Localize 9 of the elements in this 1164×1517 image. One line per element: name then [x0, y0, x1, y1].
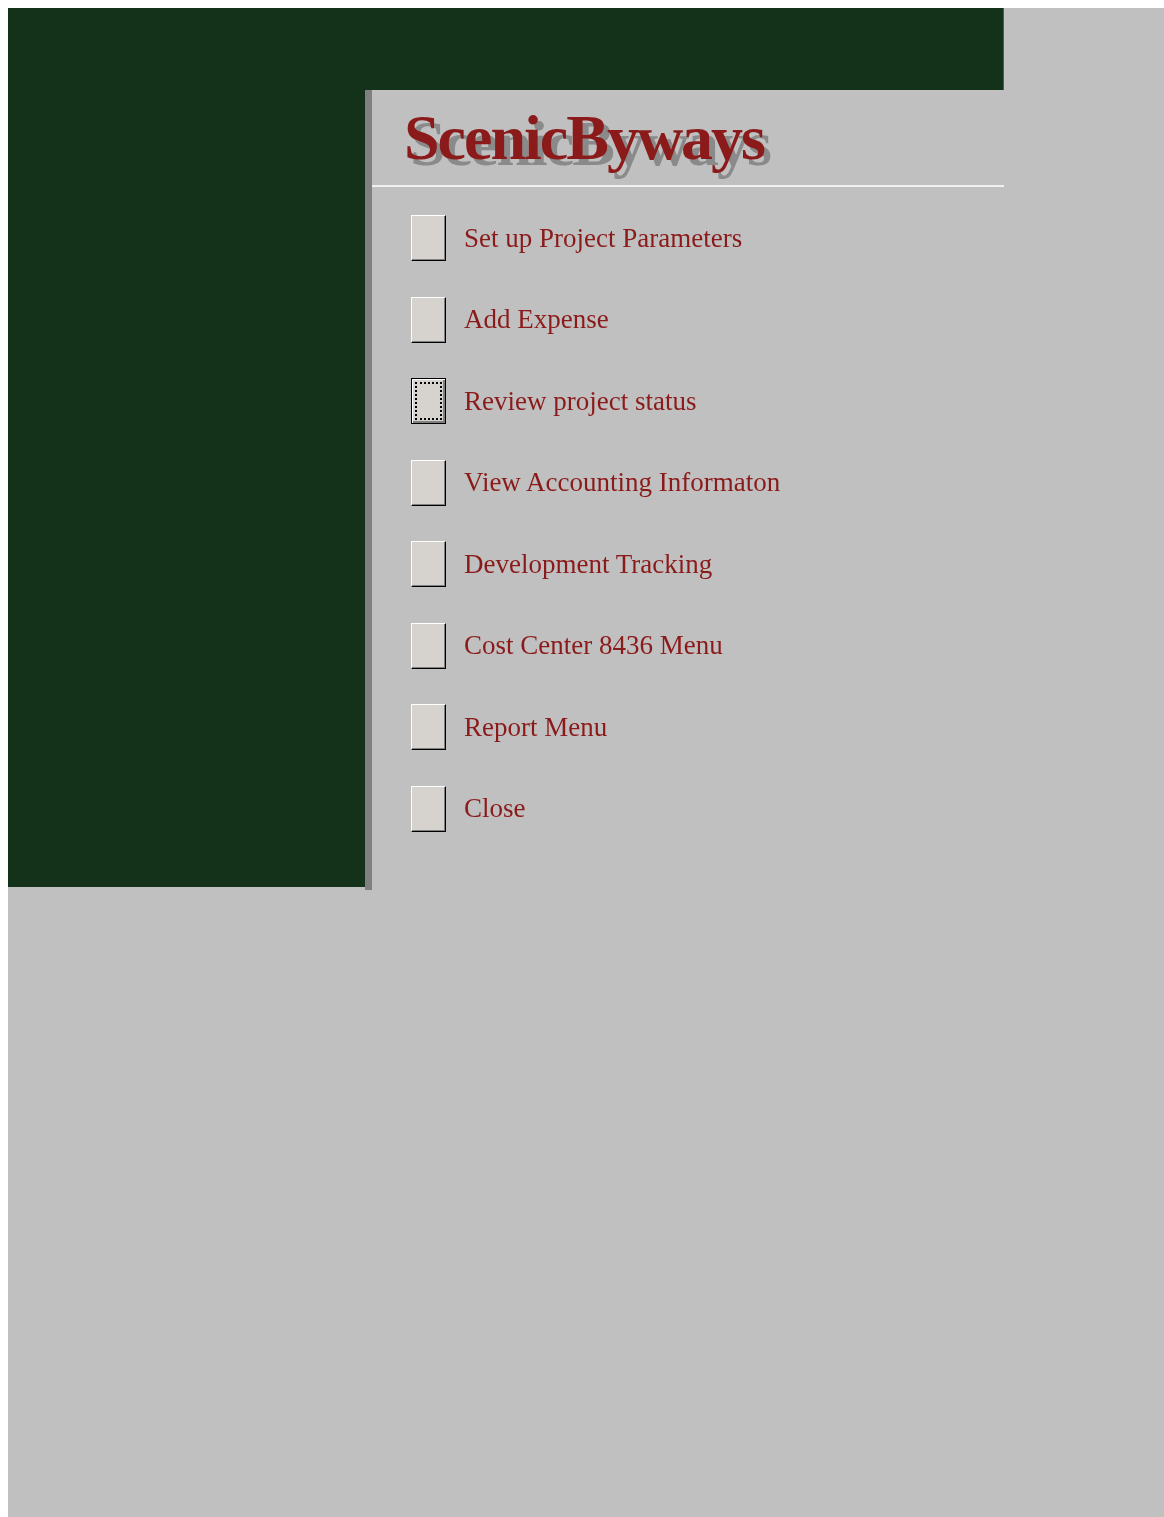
menu-label[interactable]: Set up Project Parameters — [464, 222, 743, 254]
menu-label[interactable]: Report Menu — [464, 711, 608, 743]
menu-button[interactable] — [411, 378, 446, 424]
menu-label[interactable]: Review project status — [464, 385, 697, 417]
menu-label[interactable]: Add Expense — [464, 304, 609, 335]
menu-label[interactable]: Cost Center 8436 Menu — [464, 630, 723, 661]
menu-label[interactable]: Close — [464, 793, 526, 824]
menu-label[interactable]: Development Tracking — [464, 548, 713, 580]
menu-label[interactable]: View Accounting Informaton — [464, 467, 781, 498]
